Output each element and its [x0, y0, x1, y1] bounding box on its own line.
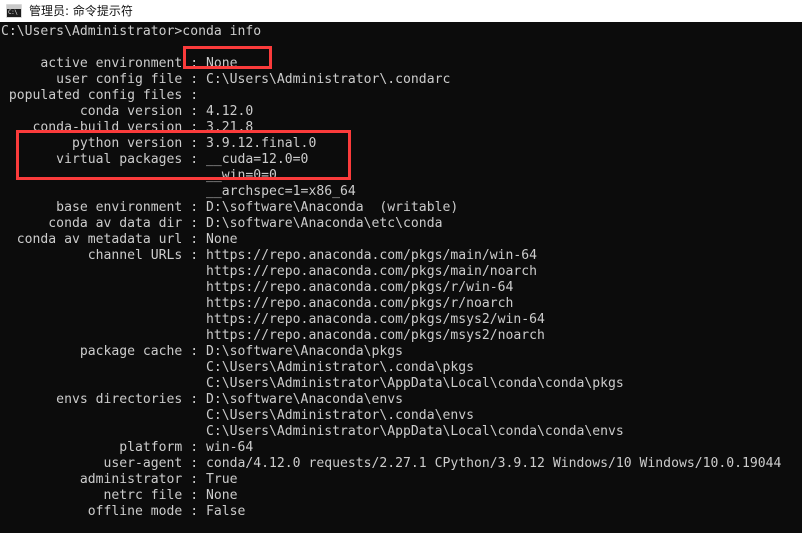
terminal-surface[interactable]: C:\Users\Administrator>conda info active…	[0, 22, 802, 533]
command-prompt-window: C:\ 管理员: 命令提示符 C:\Users\Administrator>co…	[0, 0, 802, 533]
window-title: 管理员: 命令提示符	[29, 4, 133, 18]
command-prompt-icon: C:\	[6, 4, 22, 18]
window-titlebar: C:\ 管理员: 命令提示符	[0, 0, 802, 22]
console-output: C:\Users\Administrator>conda info active…	[1, 24, 782, 519]
icon-prompt-glyph: C:\	[8, 9, 18, 16]
